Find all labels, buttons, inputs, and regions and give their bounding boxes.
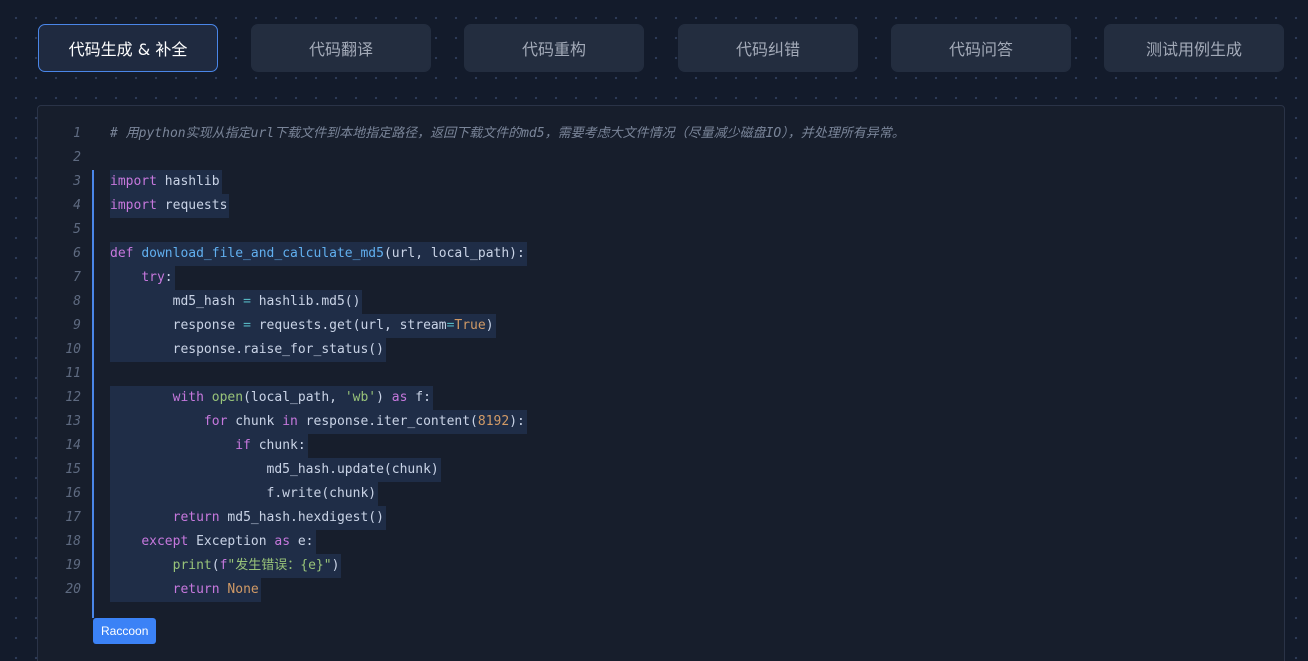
code-editor[interactable]: 1 # 用python实现从指定url下载文件到本地指定路径，返回下载文件的md5… — [37, 105, 1285, 661]
line-code: def download_file_and_calculate_md5(url,… — [110, 242, 527, 266]
line-code: f.write(chunk) — [110, 482, 379, 506]
feature-tab-bar: 代码生成 & 补全 代码翻译 代码重构 代码纠错 代码问答 测试用例生成 — [38, 24, 1284, 72]
line-code: # 用python实现从指定url下载文件到本地指定路径，返回下载文件的md5，… — [110, 126, 905, 141]
line-number: 15 — [65, 462, 81, 477]
line-number: 5 — [73, 222, 81, 237]
line-code: try: — [110, 266, 175, 290]
line-code: return None — [110, 578, 261, 602]
code-line: 4 import requests — [38, 194, 1284, 218]
line-code: md5_hash = hashlib.md5() — [110, 290, 363, 314]
tab-code-generation[interactable]: 代码生成 & 补全 — [38, 24, 218, 72]
line-code: with open(local_path, 'wb') as f: — [110, 386, 433, 410]
code-line: 19 print(f"发生错误：{e}") — [38, 554, 1284, 578]
code-line: 16 f.write(chunk) — [38, 482, 1284, 506]
line-code: md5_hash.update(chunk) — [110, 458, 441, 482]
line-number: 7 — [73, 270, 81, 285]
tab-code-qa[interactable]: 代码问答 — [891, 24, 1071, 72]
line-number: 3 — [73, 174, 81, 189]
code-line: 18 except Exception as e: — [38, 530, 1284, 554]
line-number: 1 — [73, 126, 81, 141]
line-number: 2 — [73, 150, 81, 165]
code-line: 7 try: — [38, 266, 1284, 290]
code-line: 15 md5_hash.update(chunk) — [38, 458, 1284, 482]
line-number: 8 — [73, 294, 81, 309]
code-line: 3 import hashlib — [38, 170, 1284, 194]
code-line: 14 if chunk: — [38, 434, 1284, 458]
line-number: 18 — [65, 534, 81, 549]
code-line: 17 return md5_hash.hexdigest() — [38, 506, 1284, 530]
line-number: 20 — [65, 582, 81, 597]
line-code: import hashlib — [110, 170, 222, 194]
line-number: 13 — [65, 414, 81, 429]
code-line: 2 — [38, 146, 1284, 170]
code-line: 10 response.raise_for_status() — [38, 338, 1284, 362]
line-number: 17 — [65, 510, 81, 525]
line-code: for chunk in response.iter_content(8192)… — [110, 410, 527, 434]
code-line: 12 with open(local_path, 'wb') as f: — [38, 386, 1284, 410]
line-code: print(f"发生错误：{e}") — [110, 554, 342, 578]
line-code: import requests — [110, 194, 230, 218]
line-number: 10 — [65, 342, 81, 357]
code-line: 9 response = requests.get(url, stream=Tr… — [38, 314, 1284, 338]
line-code: response.raise_for_status() — [110, 338, 386, 362]
code-line: 8 md5_hash = hashlib.md5() — [38, 290, 1284, 314]
line-number: 4 — [73, 198, 81, 213]
line-code: except Exception as e: — [110, 530, 316, 554]
code-line: 6 def download_file_and_calculate_md5(url… — [38, 242, 1284, 266]
code-lines: 1 # 用python实现从指定url下载文件到本地指定路径，返回下载文件的md5… — [38, 122, 1284, 602]
line-code: if chunk: — [110, 434, 308, 458]
code-line: 11 — [38, 362, 1284, 386]
line-number: 14 — [65, 438, 81, 453]
line-number: 9 — [73, 318, 81, 333]
tab-test-case-generation[interactable]: 测试用例生成 — [1104, 24, 1284, 72]
line-code: return md5_hash.hexdigest() — [110, 506, 386, 530]
code-line: 13 for chunk in response.iter_content(81… — [38, 410, 1284, 434]
line-number: 19 — [65, 558, 81, 573]
line-number: 6 — [73, 246, 81, 261]
tab-code-fix[interactable]: 代码纠错 — [678, 24, 858, 72]
line-number: 16 — [65, 486, 81, 501]
tab-code-refactor[interactable]: 代码重构 — [464, 24, 644, 72]
code-line: 1 # 用python实现从指定url下载文件到本地指定路径，返回下载文件的md5… — [38, 122, 1284, 146]
line-code: response = requests.get(url, stream=True… — [110, 314, 496, 338]
code-line: 20 return None — [38, 578, 1284, 602]
line-number: 12 — [65, 390, 81, 405]
raccoon-badge[interactable]: Raccoon — [93, 618, 157, 644]
code-line: 5 — [38, 218, 1284, 242]
tab-code-translation[interactable]: 代码翻译 — [251, 24, 431, 72]
line-number: 11 — [65, 366, 81, 381]
